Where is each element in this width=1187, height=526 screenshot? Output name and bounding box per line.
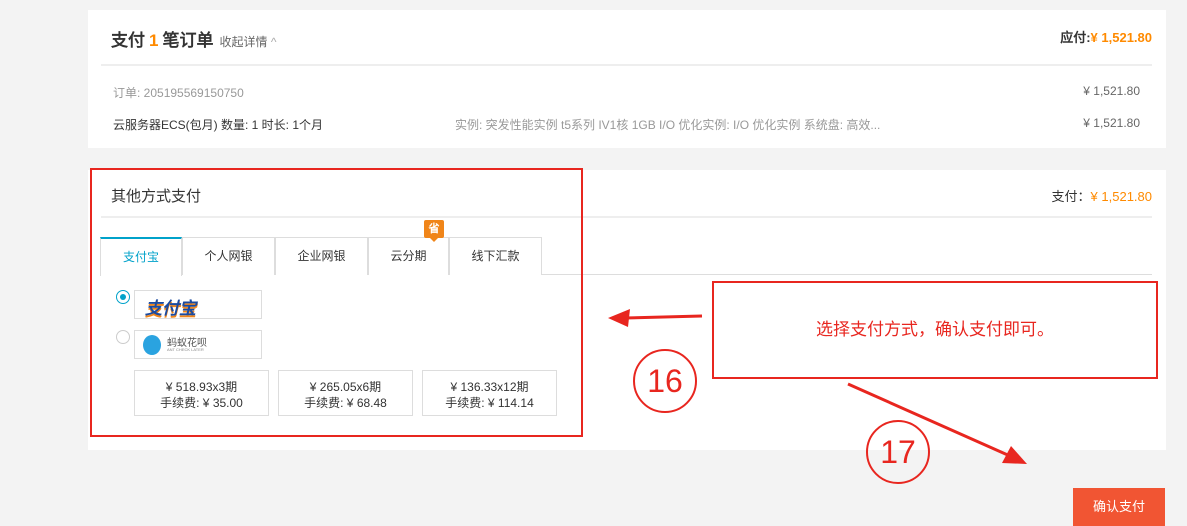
annotation-arrows (608, 309, 1027, 464)
arrow-left-icon (608, 309, 703, 327)
arrow-down-right-icon (847, 382, 1027, 464)
